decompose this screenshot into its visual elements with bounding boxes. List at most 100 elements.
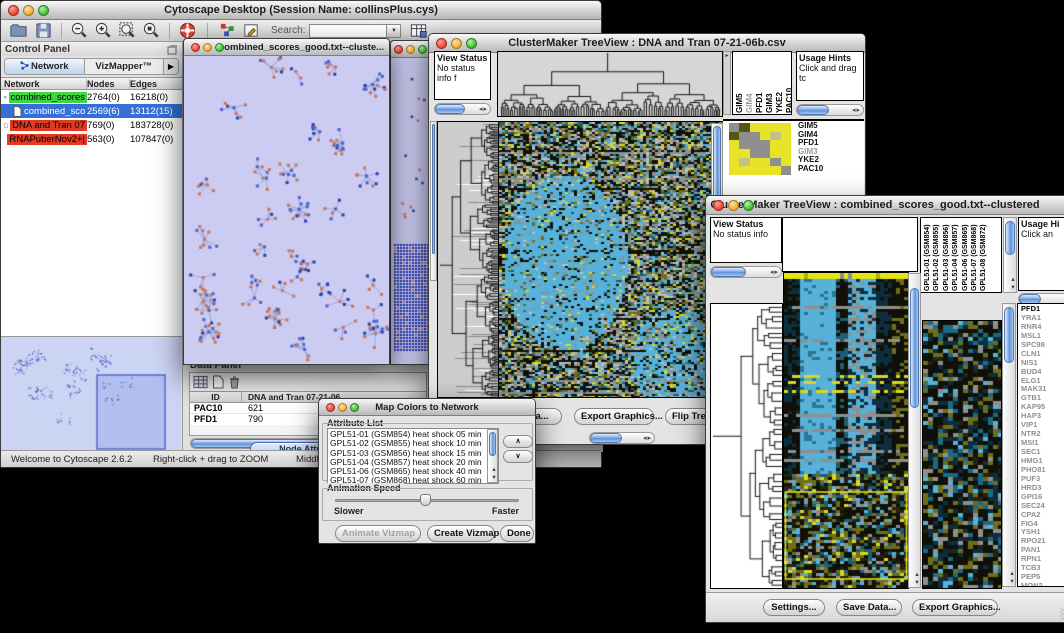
float-panel-icon[interactable] (166, 43, 178, 55)
correlation-matrix[interactable] (729, 123, 791, 175)
column-label[interactable]: GPL51-06 (GSM865) (961, 220, 970, 291)
minimize-button[interactable] (203, 43, 212, 52)
close-button[interactable] (713, 200, 724, 211)
heatmap-v-scrollbar[interactable]: ▴▾ (908, 273, 921, 588)
heatmap-main[interactable] (498, 121, 724, 398)
speed-slider-thumb[interactable] (420, 494, 431, 506)
minimize-button[interactable] (406, 45, 415, 54)
scroll-arrows[interactable]: ◂▸ (641, 434, 654, 442)
close-button[interactable] (326, 403, 335, 412)
create-vizmap-button[interactable]: Create Vizmap (427, 525, 495, 542)
attribute-listbox[interactable]: GPL51-01 (GSM854) heat shock 05 minGPL51… (327, 428, 499, 484)
minimize-button[interactable] (451, 38, 462, 49)
attribute-table-icon[interactable] (409, 21, 428, 40)
usage-hints-hscrollbar[interactable]: ◂▸ (796, 104, 864, 116)
open-folder-icon[interactable] (9, 21, 28, 40)
birdseye-view[interactable] (1, 336, 182, 452)
scroll-arrows[interactable]: ▴▾ (1004, 275, 1016, 291)
bottom-hscrollbar[interactable]: ◂▸ (589, 432, 655, 444)
done-button[interactable]: Done (500, 525, 534, 542)
table-row[interactable]: RNAPuberNov2+| 563(0) 107847(0) (1, 132, 182, 146)
network-canvas[interactable] (184, 56, 389, 364)
network2-titlebar[interactable] (391, 41, 431, 58)
save-data-button[interactable]: Save Data... (836, 599, 902, 616)
search-input[interactable] (309, 24, 387, 38)
column-label[interactable]: GIM5 (735, 54, 745, 113)
zoom-out-icon[interactable] (70, 21, 89, 40)
animate-vizmap-button[interactable]: Animate Vizmap (335, 525, 421, 542)
row-dendrogram[interactable] (710, 303, 783, 589)
row-tree-v-scrollbar[interactable] (430, 121, 437, 281)
scroll-arrows[interactable]: ◂▸ (768, 268, 781, 276)
column-nodes[interactable]: Nodes (87, 79, 130, 89)
column-labels-v-scrollbar[interactable]: ▴▾ (1003, 217, 1017, 293)
zoom-button[interactable] (215, 43, 224, 52)
table-row[interactable]: combined_scores 2764(0) 16218(0) (1, 90, 182, 104)
data-column-id[interactable]: ID (190, 392, 242, 402)
close-button[interactable] (394, 45, 403, 54)
table-row[interactable]: DNA and Tran 07 769(0) 183728(0) (1, 118, 182, 132)
scroll-arrows[interactable]: ▴▾ (909, 570, 920, 586)
export-graphics-button[interactable]: Export Graphics... (574, 408, 654, 425)
attribute-list-v-scrollbar[interactable]: ▴▾ (487, 429, 498, 483)
row-dendrogram[interactable] (437, 121, 499, 398)
trash-icon[interactable] (228, 375, 241, 389)
column-label[interactable]: GPL51-03 (GSM856) (942, 220, 951, 291)
search-dropdown-button[interactable]: ▼ (387, 24, 401, 38)
scroll-arrows[interactable]: ◂▸ (850, 106, 863, 114)
column-label[interactable]: GIM3 (765, 54, 775, 113)
birdseye-canvas[interactable] (1, 337, 181, 451)
column-label[interactable]: PFD1 (755, 54, 765, 113)
close-button[interactable] (8, 5, 19, 16)
column-network[interactable]: Network (1, 79, 87, 89)
resize-grip[interactable] (1060, 608, 1064, 620)
view-status-hscrollbar[interactable]: ◂▸ (710, 266, 782, 278)
network2-canvas[interactable] (391, 58, 431, 364)
network-titlebar[interactable]: combined_scores_good.txt--cluste... (184, 39, 389, 56)
column-dendrogram[interactable] (497, 51, 723, 117)
zoom-in-icon[interactable] (94, 21, 113, 40)
new-document-icon[interactable] (212, 375, 224, 389)
treeview2-titlebar[interactable]: ClusterMaker TreeView : combined_scores_… (706, 196, 1064, 215)
zoom-button[interactable] (743, 200, 754, 211)
save-icon[interactable] (34, 21, 53, 40)
table-row-selected[interactable]: combined_sco 2569(6) 13112(15) (1, 104, 182, 118)
scroll-arrows[interactable]: ▴▾ (488, 465, 497, 481)
heatmap-main[interactable] (783, 272, 909, 589)
column-dendrogram[interactable] (782, 217, 918, 272)
main-titlebar[interactable]: Cytoscape Desktop (Session Name: collins… (1, 1, 601, 20)
export-graphics-button[interactable]: Export Graphics... (912, 599, 998, 616)
view-status-hscrollbar[interactable]: ◂▸ (434, 103, 491, 115)
minimize-button[interactable] (728, 200, 739, 211)
minimize-button[interactable] (23, 5, 34, 16)
scroll-arrows[interactable]: ▴▾ (1003, 569, 1015, 585)
table-icon[interactable] (193, 375, 208, 389)
zoom-button[interactable] (350, 403, 359, 412)
zoom-button[interactable] (466, 38, 477, 49)
zoom-button[interactable] (38, 5, 49, 16)
tab-vizmapper[interactable]: VizMapper™ (85, 59, 164, 74)
gene-label[interactable]: PAC10 (798, 165, 864, 174)
column-label[interactable]: GPL51-08 (GSM872) (979, 220, 988, 291)
zoom-button[interactable] (418, 45, 427, 54)
tab-network[interactable]: Network (5, 59, 85, 74)
column-label[interactable]: PAC10 (785, 54, 792, 113)
heatmap-secondary[interactable] (922, 320, 1002, 589)
column-edges[interactable]: Edges (130, 79, 182, 89)
column-label[interactable]: GPL51-02 (GSM855) (932, 220, 941, 291)
gene-label[interactable]: MON2 (1021, 582, 1064, 587)
zoom-fit-icon[interactable] (118, 21, 137, 40)
gene-list-v-scrollbar[interactable]: ▴▾ (1002, 303, 1016, 587)
settings-button[interactable]: Settings... (763, 599, 825, 616)
close-button[interactable] (436, 38, 447, 49)
move-up-button[interactable]: ∧ (503, 435, 533, 448)
column-label[interactable]: GPL51-04 (GSM857) (951, 220, 960, 291)
column-label[interactable]: GIM4 (745, 54, 755, 113)
more-tabs-button[interactable]: ▶ (163, 59, 178, 74)
move-down-button[interactable]: ∨ (503, 450, 533, 463)
close-button[interactable] (191, 43, 200, 52)
minimize-button[interactable] (338, 403, 347, 412)
dialog-titlebar[interactable]: Map Colors to Network (319, 399, 535, 416)
zoom-selected-icon[interactable] (142, 21, 161, 40)
scroll-arrows[interactable]: ◂▸ (477, 105, 490, 113)
